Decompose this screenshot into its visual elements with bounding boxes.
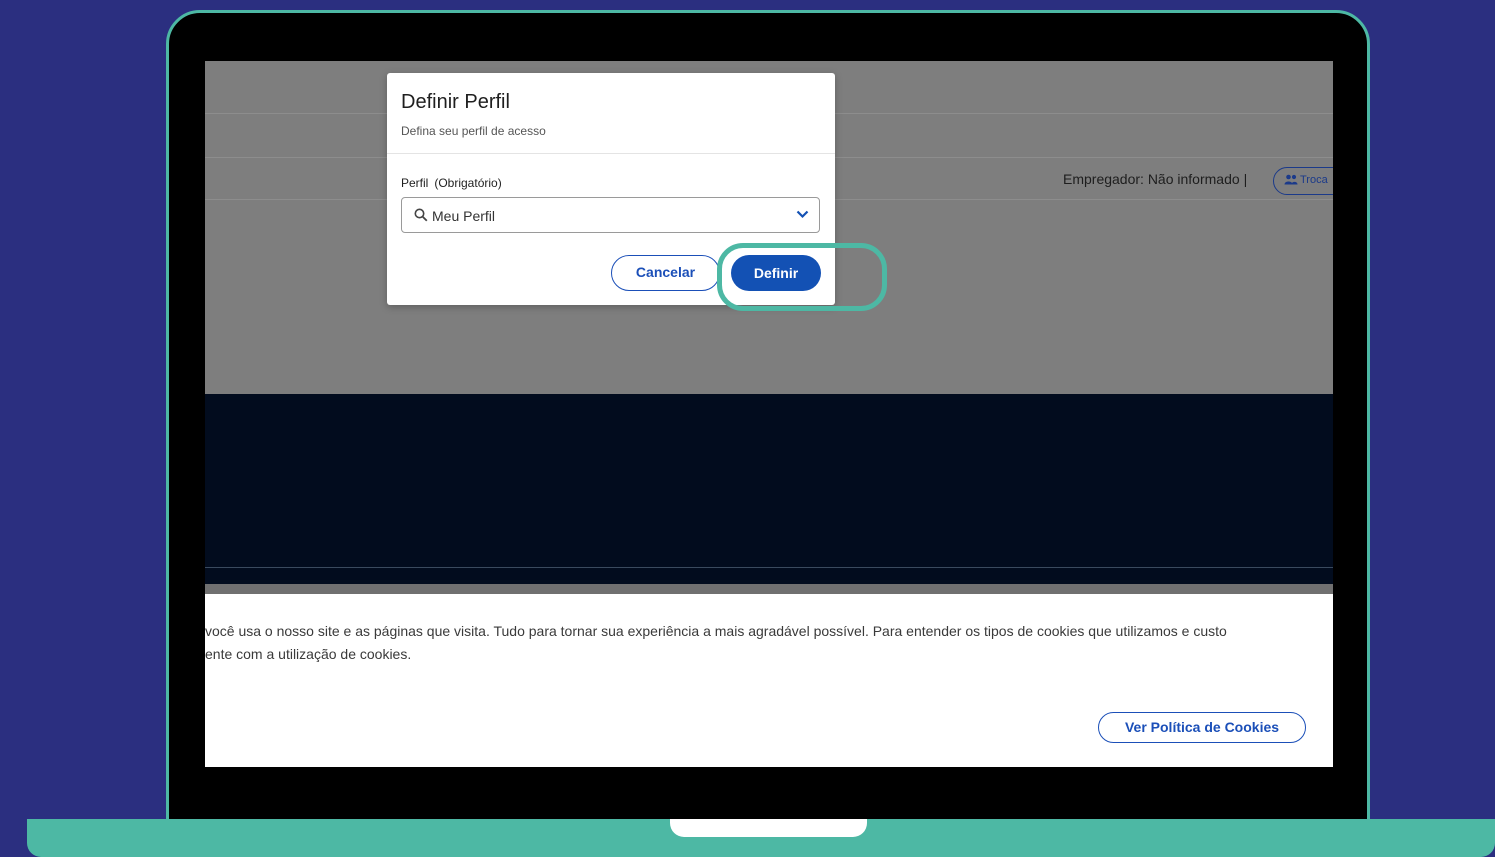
cookie-policy-button[interactable]: Ver Política de Cookies xyxy=(1098,712,1306,743)
required-indicator: (Obrigatório) xyxy=(434,176,502,190)
footer-divider xyxy=(205,567,1333,568)
switch-employer-button[interactable]: Troca xyxy=(1273,167,1333,195)
profile-field-label: Perfil (Obrigatório) xyxy=(401,176,502,190)
users-icon xyxy=(1284,174,1298,185)
footer-dark-band xyxy=(205,394,1333,584)
highlight-ring xyxy=(717,243,887,311)
profile-label: Perfil xyxy=(401,176,429,190)
cancel-button[interactable]: Cancelar xyxy=(611,255,720,291)
chevron-down-icon[interactable] xyxy=(796,209,809,219)
profile-select-value: Meu Perfil xyxy=(432,208,496,224)
banner-edge xyxy=(205,584,1333,594)
search-icon xyxy=(414,208,428,222)
screen: Empregador: Não informado | Troca você us… xyxy=(205,61,1333,767)
cookie-text-line: ente com a utilização de cookies. xyxy=(205,646,412,662)
modal-divider xyxy=(387,153,835,154)
cookie-banner: você usa o nosso site e as páginas que v… xyxy=(205,594,1333,767)
employer-info: Empregador: Não informado | xyxy=(1063,171,1253,187)
laptop-notch xyxy=(670,819,867,837)
modal-title: Definir Perfil xyxy=(401,91,510,113)
cookie-text-line: você usa o nosso site e as páginas que v… xyxy=(205,623,1227,639)
profile-select[interactable]: Meu Perfil xyxy=(401,197,820,233)
modal-subtitle: Defina seu perfil de acesso xyxy=(401,124,546,138)
employer-label: Empregador: Não informado xyxy=(1063,171,1240,187)
switch-employer-label: Troca xyxy=(1300,174,1328,186)
employer-separator: | xyxy=(1243,171,1248,187)
